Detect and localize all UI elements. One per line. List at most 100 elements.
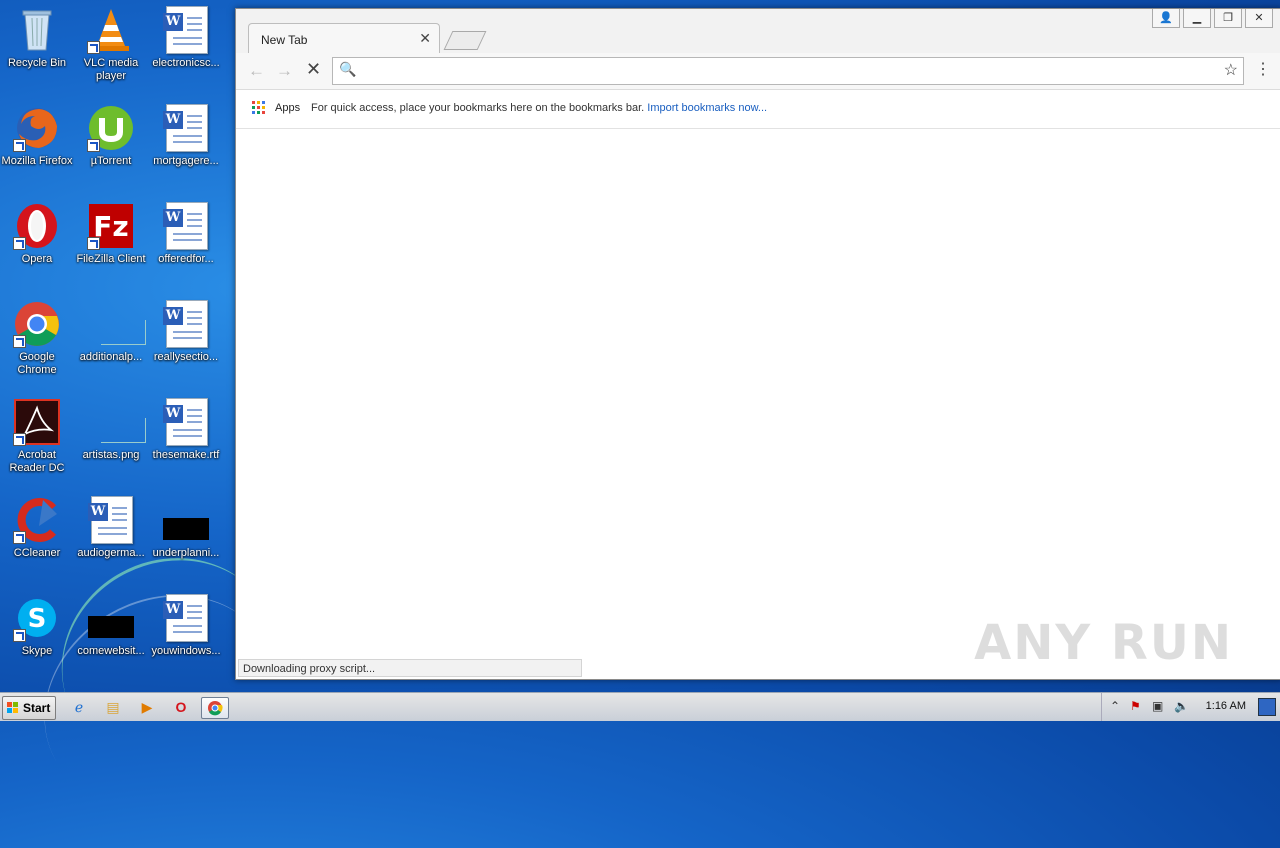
desktop-icon-document[interactable]: W mortgagere...	[149, 104, 223, 168]
utorrent-icon	[87, 104, 135, 152]
volume-icon[interactable]: 🔈	[1174, 699, 1189, 713]
word-document-icon: W	[162, 398, 210, 446]
tab-new-tab[interactable]: New Tab ✕	[248, 23, 440, 54]
page-content[interactable]: ANY RUN Downloading proxy script...	[236, 129, 1280, 679]
icon-label: audiogerma...	[77, 547, 145, 559]
internet-explorer-icon[interactable]: ℯ	[68, 697, 90, 717]
close-tab-icon[interactable]: ✕	[419, 30, 431, 47]
forward-arrow-icon[interactable]: →	[276, 61, 293, 81]
clock[interactable]: 1:16 AM	[1206, 700, 1246, 712]
shortcut-arrow-icon	[13, 139, 26, 152]
title-bar[interactable]: New Tab ✕ 👤 ▁ ❐ ✕	[236, 9, 1280, 54]
chrome-taskbar-icon[interactable]	[201, 697, 229, 719]
network-icon[interactable]: ▣	[1152, 699, 1163, 713]
desktop-icon-document[interactable]: W electronicsc...	[149, 6, 223, 70]
desktop-icon-document[interactable]: W reallysectio...	[149, 300, 223, 364]
start-button[interactable]: Start	[2, 696, 56, 720]
desktop-icon-image-file[interactable]: additionalp...	[74, 300, 148, 364]
shortcut-arrow-icon	[87, 139, 100, 152]
desktop-icon-file[interactable]: underplanni...	[149, 496, 223, 560]
omnibox-input[interactable]	[359, 60, 1213, 82]
profile-icon[interactable]: 👤	[1152, 9, 1180, 28]
desktop-icon-utorrent[interactable]: µTorrent	[74, 104, 148, 168]
shortcut-arrow-icon	[13, 629, 26, 642]
desktop-icon-chrome[interactable]: Google Chrome	[0, 300, 74, 377]
show-hidden-icons-chevron[interactable]: ⌃	[1110, 699, 1120, 713]
word-document-icon: W	[162, 300, 210, 348]
desktop-icon-document[interactable]: W audiogerma...	[74, 496, 148, 560]
bookmark-star-icon[interactable]: ☆	[1224, 60, 1238, 80]
minimize-button[interactable]: ▁	[1183, 9, 1211, 28]
apps-button[interactable]: Apps	[275, 102, 300, 114]
desktop-icon-image-file[interactable]: artistas.png	[74, 398, 148, 462]
icon-label: Google Chrome	[17, 351, 57, 376]
show-desktop-button[interactable]	[1258, 698, 1276, 716]
desktop-icon-skype[interactable]: S Skype	[0, 594, 74, 658]
chrome-window: New Tab ✕ 👤 ▁ ❐ ✕ ← → ✕ 🔍 ☆ ⋮ Apps For q…	[235, 8, 1280, 680]
shortcut-arrow-icon	[87, 237, 100, 250]
icon-label: comewebsit...	[77, 645, 145, 657]
icon-label: Recycle Bin	[7, 57, 67, 69]
image-file-icon	[87, 300, 146, 348]
file-explorer-icon[interactable]: ▤	[102, 697, 124, 717]
chrome-icon	[13, 300, 61, 348]
vlc-cone-icon	[87, 6, 135, 54]
word-document-icon: W	[87, 496, 135, 544]
window-controls: 👤 ▁ ❐ ✕	[1149, 9, 1273, 29]
import-bookmarks-link[interactable]: Import bookmarks now...	[647, 102, 767, 114]
word-document-icon: W	[162, 202, 210, 250]
start-label: Start	[23, 701, 51, 715]
opera-icon	[13, 202, 61, 250]
action-center-flag-icon[interactable]: ⚑	[1130, 699, 1141, 713]
icon-label: Opera	[21, 253, 53, 265]
desktop-icon-vlc[interactable]: VLC media player	[74, 6, 148, 83]
desktop-icon-document[interactable]: W offeredfor...	[149, 202, 223, 266]
icon-label: offeredfor...	[158, 253, 214, 265]
opera-taskbar-icon[interactable]: O	[170, 697, 192, 717]
omnibox[interactable]: 🔍 ☆	[332, 57, 1244, 85]
svg-text:S: S	[28, 604, 47, 634]
shortcut-arrow-icon	[13, 237, 26, 250]
apps-grid-icon[interactable]	[252, 101, 265, 114]
icon-label: µTorrent	[90, 155, 132, 167]
desktop-icon-opera[interactable]: Opera	[0, 202, 74, 266]
toolbar: ← → ✕ 🔍 ☆ ⋮	[236, 53, 1280, 90]
shortcut-arrow-icon	[87, 41, 100, 54]
desktop-icon-acrobat[interactable]: Acrobat Reader DC	[0, 398, 74, 475]
menu-dots-icon[interactable]: ⋮	[1255, 59, 1271, 79]
taskbar: Start ℯ ▤ ▶ O ⌃ ⚑ ▣ 🔈 1:16 AM	[0, 692, 1280, 721]
icon-label: mortgagere...	[153, 155, 219, 167]
media-player-icon[interactable]: ▶	[136, 697, 158, 717]
word-document-icon: W	[162, 594, 210, 642]
icon-label: FileZilla Client	[76, 253, 146, 265]
desktop-icon-filezilla[interactable]: Fz FileZilla Client	[74, 202, 148, 266]
icon-label: artistas.png	[82, 449, 140, 461]
search-icon: 🔍	[339, 61, 357, 77]
shortcut-arrow-icon	[13, 433, 26, 446]
desktop-icon-ccleaner[interactable]: CCleaner	[0, 496, 74, 560]
black-file-thumbnail-icon	[162, 496, 210, 544]
word-document-icon: W	[162, 6, 210, 54]
ccleaner-icon	[13, 496, 61, 544]
desktop-icon-file[interactable]: comewebsit...	[74, 594, 148, 658]
icon-label: thesemake.rtf	[152, 449, 220, 461]
bookmarks-hint-text: For quick access, place your bookmarks h…	[311, 102, 645, 114]
desktop-icon-document[interactable]: W thesemake.rtf	[149, 398, 223, 462]
stop-loading-icon[interactable]: ✕	[306, 59, 321, 80]
desktop-icon-firefox[interactable]: Mozilla Firefox	[0, 104, 74, 168]
anyrun-watermark: ANY RUN	[974, 615, 1233, 671]
shortcut-arrow-icon	[13, 531, 26, 544]
recycle-bin-icon	[13, 6, 61, 54]
acrobat-reader-icon	[13, 398, 61, 446]
back-arrow-icon[interactable]: ←	[248, 61, 265, 81]
new-tab-button[interactable]	[443, 31, 487, 50]
icon-label: CCleaner	[13, 547, 61, 559]
icon-label: VLC media player	[83, 57, 139, 82]
status-bubble: Downloading proxy script...	[238, 659, 582, 677]
desktop-icon-recycle-bin[interactable]: Recycle Bin	[0, 6, 74, 70]
filezilla-icon: Fz	[87, 202, 135, 250]
desktop-icon-document[interactable]: W youwindows...	[149, 594, 223, 658]
skype-icon: S	[13, 594, 61, 642]
restore-button[interactable]: ❐	[1214, 9, 1242, 28]
close-window-button[interactable]: ✕	[1245, 9, 1273, 28]
